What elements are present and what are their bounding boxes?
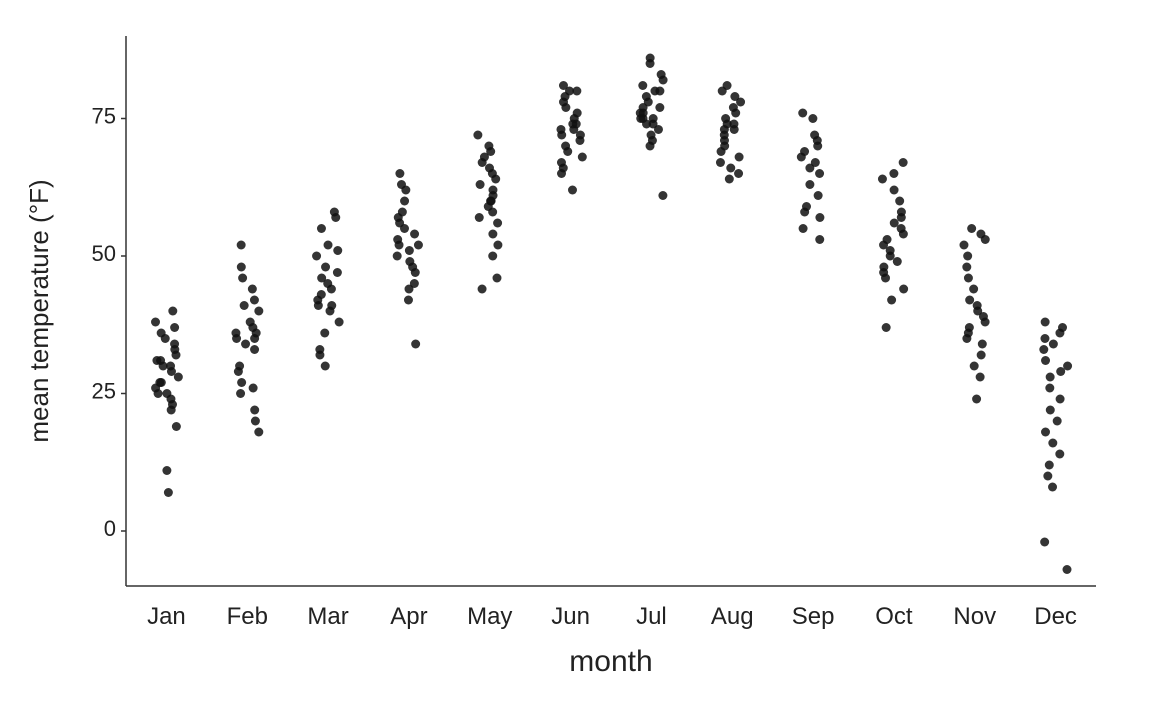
svg-text:Apr: Apr — [390, 603, 427, 630]
svg-text:Aug: Aug — [711, 603, 754, 630]
svg-text:mean temperature (°F): mean temperature (°F) — [26, 179, 54, 442]
svg-text:Nov: Nov — [953, 603, 996, 630]
svg-text:Feb: Feb — [227, 603, 268, 630]
svg-text:Oct: Oct — [875, 603, 913, 630]
svg-text:75: 75 — [92, 103, 116, 128]
svg-text:50: 50 — [92, 241, 116, 266]
svg-text:0: 0 — [104, 516, 116, 541]
chart-container: 0 25 50 75 Jan Feb Mar Apr May Jun Jul Aug Sep Oct Nov… — [0, 0, 1152, 711]
svg-text:25: 25 — [92, 378, 116, 403]
svg-text:Jan: Jan — [147, 603, 186, 630]
scatter-chart: 0 25 50 75 Jan Feb Mar Apr May Jun Jul Aug Sep Oct Nov… — [26, 16, 1126, 696]
svg-text:Jul: Jul — [636, 603, 667, 630]
svg-text:Mar: Mar — [307, 603, 348, 630]
svg-text:Dec: Dec — [1034, 603, 1077, 630]
svg-text:Jun: Jun — [551, 603, 590, 630]
svg-text:Sep: Sep — [792, 603, 835, 630]
svg-text:month: month — [569, 645, 652, 678]
svg-text:May: May — [467, 603, 512, 630]
